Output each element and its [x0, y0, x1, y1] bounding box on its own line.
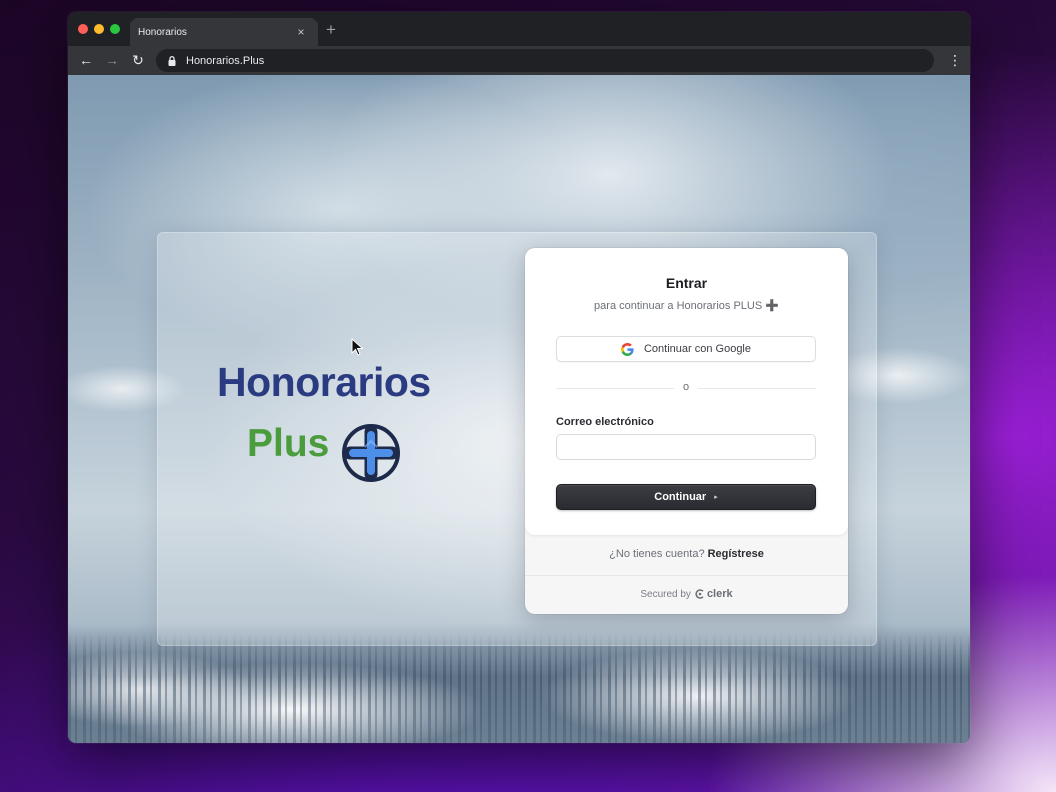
forward-arrow-icon[interactable]: → — [103, 51, 121, 69]
back-arrow-icon[interactable]: ← — [77, 51, 95, 69]
sign-in-title: Entrar — [665, 275, 708, 291]
url-text: Honorarios.Plus — [186, 54, 265, 67]
browser-toolbar: ← → ↻ Honorarios.Plus ⋮ — [68, 46, 970, 75]
clerk-wordmark: clerk — [706, 588, 733, 600]
or-divider: o — [556, 381, 816, 395]
continue-button-label: Continuar — [654, 491, 707, 503]
signup-link[interactable]: Regístrese — [708, 548, 764, 560]
tab-honorarios[interactable]: Honorarios × — [130, 18, 318, 46]
plus-circle-icon — [342, 424, 400, 482]
browser-menu-icon[interactable]: ⋮ — [948, 51, 962, 69]
clerk-logo[interactable]: clerk — [695, 588, 733, 600]
brand-wordmark-plus: Plus — [247, 422, 330, 465]
lock-icon — [168, 55, 176, 66]
sign-in-subtitle: para continuar a Honorarios PLUS ➕ — [594, 300, 779, 312]
new-tab-button[interactable]: + — [326, 20, 336, 40]
tab-title: Honorarios — [138, 26, 187, 38]
tab-bar: Honorarios × + — [68, 12, 970, 46]
continue-button[interactable]: Continuar ▸ — [556, 484, 816, 510]
secured-by-text: Secured by — [640, 588, 691, 600]
mouse-cursor-icon — [351, 338, 364, 356]
brand-wordmark-honorarios: Honorarios — [217, 359, 431, 405]
tab-close-icon[interactable]: × — [294, 25, 308, 39]
secured-by-footer: Secured by clerk — [525, 588, 848, 600]
sign-in-form: Entrar para continuar a Honorarios PLUS … — [525, 248, 848, 535]
reload-icon[interactable]: ↻ — [129, 51, 147, 69]
google-sign-in-button[interactable]: Continuar con Google — [556, 336, 816, 362]
google-icon — [620, 342, 634, 356]
address-bar[interactable]: Honorarios.Plus — [156, 49, 934, 72]
signup-prompt: ¿No tienes cuenta? Regístrese — [525, 548, 848, 560]
page-viewport: Honorarios Plus Entrar para continuar a … — [68, 75, 970, 743]
email-field[interactable] — [556, 434, 816, 460]
city-skyline-background — [68, 633, 970, 743]
email-label: Correo electrónico — [556, 416, 654, 428]
clerk-icon — [695, 589, 704, 599]
close-window-button[interactable] — [78, 24, 88, 34]
footer-divider — [525, 575, 848, 576]
minimize-window-button[interactable] — [94, 24, 104, 34]
caret-right-icon: ▸ — [714, 494, 718, 501]
no-account-text: ¿No tienes cuenta? — [609, 548, 705, 560]
divider-text: o — [682, 381, 690, 393]
google-button-label: Continuar con Google — [643, 343, 751, 355]
sign-in-card: Entrar para continuar a Honorarios PLUS … — [525, 248, 848, 614]
browser-window: Honorarios × + ← → ↻ Honorarios.Plus ⋮ H… — [68, 12, 970, 743]
maximize-window-button[interactable] — [110, 24, 120, 34]
